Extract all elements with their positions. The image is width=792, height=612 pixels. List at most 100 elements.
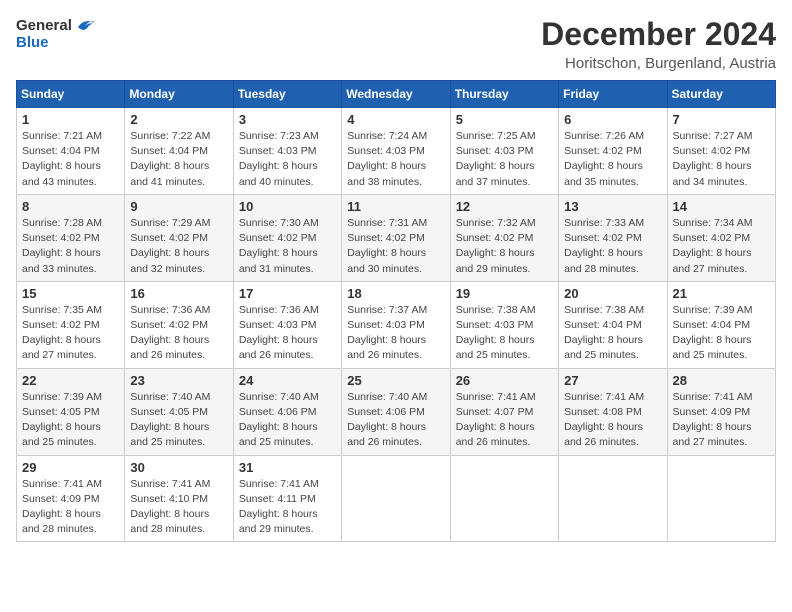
day-number: 21 [673,286,770,301]
day-info: Sunrise: 7:29 AMSunset: 4:02 PMDaylight:… [130,216,227,277]
day-info: Sunrise: 7:41 AMSunset: 4:08 PMDaylight:… [564,390,661,451]
day-number: 18 [347,286,444,301]
day-number: 10 [239,199,336,214]
col-thursday: Thursday [450,81,558,108]
calendar-cell: 11 Sunrise: 7:31 AMSunset: 4:02 PMDaylig… [342,194,450,281]
day-number: 12 [456,199,553,214]
day-info: Sunrise: 7:26 AMSunset: 4:02 PMDaylight:… [564,129,661,190]
day-number: 30 [130,460,227,475]
day-info: Sunrise: 7:32 AMSunset: 4:02 PMDaylight:… [456,216,553,277]
page-header: General Blue December 2024 Horitschon, B… [16,16,776,72]
day-info: Sunrise: 7:27 AMSunset: 4:02 PMDaylight:… [673,129,770,190]
day-info: Sunrise: 7:36 AMSunset: 4:02 PMDaylight:… [130,303,227,364]
col-sunday: Sunday [17,81,125,108]
day-number: 17 [239,286,336,301]
day-info: Sunrise: 7:40 AMSunset: 4:06 PMDaylight:… [239,390,336,451]
day-info: Sunrise: 7:31 AMSunset: 4:02 PMDaylight:… [347,216,444,277]
day-number: 31 [239,460,336,475]
calendar-row: 29 Sunrise: 7:41 AMSunset: 4:09 PMDaylig… [17,455,776,542]
calendar-row: 1 Sunrise: 7:21 AMSunset: 4:04 PMDayligh… [17,108,776,195]
calendar-cell: 6 Sunrise: 7:26 AMSunset: 4:02 PMDayligh… [559,108,667,195]
calendar-cell: 19 Sunrise: 7:38 AMSunset: 4:03 PMDaylig… [450,281,558,368]
day-number: 11 [347,199,444,214]
calendar-cell: 14 Sunrise: 7:34 AMSunset: 4:02 PMDaylig… [667,194,775,281]
day-info: Sunrise: 7:23 AMSunset: 4:03 PMDaylight:… [239,129,336,190]
day-info: Sunrise: 7:41 AMSunset: 4:10 PMDaylight:… [130,477,227,538]
col-tuesday: Tuesday [233,81,341,108]
day-info: Sunrise: 7:22 AMSunset: 4:04 PMDaylight:… [130,129,227,190]
calendar-cell: 29 Sunrise: 7:41 AMSunset: 4:09 PMDaylig… [17,455,125,542]
calendar-cell: 25 Sunrise: 7:40 AMSunset: 4:06 PMDaylig… [342,368,450,455]
day-info: Sunrise: 7:30 AMSunset: 4:02 PMDaylight:… [239,216,336,277]
calendar-cell: 8 Sunrise: 7:28 AMSunset: 4:02 PMDayligh… [17,194,125,281]
col-monday: Monday [125,81,233,108]
day-info: Sunrise: 7:24 AMSunset: 4:03 PMDaylight:… [347,129,444,190]
col-saturday: Saturday [667,81,775,108]
day-number: 4 [347,112,444,127]
calendar-cell: 13 Sunrise: 7:33 AMSunset: 4:02 PMDaylig… [559,194,667,281]
calendar-cell: 5 Sunrise: 7:25 AMSunset: 4:03 PMDayligh… [450,108,558,195]
calendar-cell: 17 Sunrise: 7:36 AMSunset: 4:03 PMDaylig… [233,281,341,368]
day-number: 3 [239,112,336,127]
calendar-row: 15 Sunrise: 7:35 AMSunset: 4:02 PMDaylig… [17,281,776,368]
day-number: 24 [239,373,336,388]
day-number: 23 [130,373,227,388]
calendar-cell [559,455,667,542]
day-number: 7 [673,112,770,127]
calendar-cell: 22 Sunrise: 7:39 AMSunset: 4:05 PMDaylig… [17,368,125,455]
day-info: Sunrise: 7:41 AMSunset: 4:11 PMDaylight:… [239,477,336,538]
calendar-cell: 1 Sunrise: 7:21 AMSunset: 4:04 PMDayligh… [17,108,125,195]
calendar-cell: 24 Sunrise: 7:40 AMSunset: 4:06 PMDaylig… [233,368,341,455]
day-info: Sunrise: 7:33 AMSunset: 4:02 PMDaylight:… [564,216,661,277]
calendar-cell [342,455,450,542]
day-number: 26 [456,373,553,388]
day-info: Sunrise: 7:21 AMSunset: 4:04 PMDaylight:… [22,129,119,190]
calendar-cell: 30 Sunrise: 7:41 AMSunset: 4:10 PMDaylig… [125,455,233,542]
calendar-cell: 20 Sunrise: 7:38 AMSunset: 4:04 PMDaylig… [559,281,667,368]
day-info: Sunrise: 7:41 AMSunset: 4:09 PMDaylight:… [22,477,119,538]
day-number: 28 [673,373,770,388]
day-info: Sunrise: 7:39 AMSunset: 4:04 PMDaylight:… [673,303,770,364]
calendar-cell: 7 Sunrise: 7:27 AMSunset: 4:02 PMDayligh… [667,108,775,195]
day-info: Sunrise: 7:36 AMSunset: 4:03 PMDaylight:… [239,303,336,364]
day-number: 5 [456,112,553,127]
day-info: Sunrise: 7:28 AMSunset: 4:02 PMDaylight:… [22,216,119,277]
calendar-cell: 12 Sunrise: 7:32 AMSunset: 4:02 PMDaylig… [450,194,558,281]
day-number: 29 [22,460,119,475]
col-wednesday: Wednesday [342,81,450,108]
calendar-header-row: Sunday Monday Tuesday Wednesday Thursday… [17,81,776,108]
calendar-cell: 23 Sunrise: 7:40 AMSunset: 4:05 PMDaylig… [125,368,233,455]
calendar-cell: 31 Sunrise: 7:41 AMSunset: 4:11 PMDaylig… [233,455,341,542]
calendar-cell: 4 Sunrise: 7:24 AMSunset: 4:03 PMDayligh… [342,108,450,195]
calendar-cell: 9 Sunrise: 7:29 AMSunset: 4:02 PMDayligh… [125,194,233,281]
logo-blue: Blue [16,34,49,51]
day-info: Sunrise: 7:38 AMSunset: 4:04 PMDaylight:… [564,303,661,364]
calendar-cell: 16 Sunrise: 7:36 AMSunset: 4:02 PMDaylig… [125,281,233,368]
day-info: Sunrise: 7:41 AMSunset: 4:09 PMDaylight:… [673,390,770,451]
day-info: Sunrise: 7:35 AMSunset: 4:02 PMDaylight:… [22,303,119,364]
day-number: 19 [456,286,553,301]
logo-general: General [16,17,72,34]
calendar-cell: 2 Sunrise: 7:22 AMSunset: 4:04 PMDayligh… [125,108,233,195]
day-number: 1 [22,112,119,127]
title-block: December 2024 Horitschon, Burgenland, Au… [541,16,776,72]
day-number: 22 [22,373,119,388]
logo: General Blue [16,16,94,51]
day-info: Sunrise: 7:37 AMSunset: 4:03 PMDaylight:… [347,303,444,364]
location-title: Horitschon, Burgenland, Austria [541,55,776,72]
calendar-cell: 10 Sunrise: 7:30 AMSunset: 4:02 PMDaylig… [233,194,341,281]
calendar-cell: 15 Sunrise: 7:35 AMSunset: 4:02 PMDaylig… [17,281,125,368]
day-info: Sunrise: 7:40 AMSunset: 4:06 PMDaylight:… [347,390,444,451]
day-number: 13 [564,199,661,214]
calendar-cell: 21 Sunrise: 7:39 AMSunset: 4:04 PMDaylig… [667,281,775,368]
calendar-cell [667,455,775,542]
day-number: 27 [564,373,661,388]
day-info: Sunrise: 7:38 AMSunset: 4:03 PMDaylight:… [456,303,553,364]
logo-bird-icon [72,16,94,34]
day-number: 2 [130,112,227,127]
day-number: 8 [22,199,119,214]
calendar-row: 8 Sunrise: 7:28 AMSunset: 4:02 PMDayligh… [17,194,776,281]
day-info: Sunrise: 7:39 AMSunset: 4:05 PMDaylight:… [22,390,119,451]
day-number: 25 [347,373,444,388]
day-number: 9 [130,199,227,214]
